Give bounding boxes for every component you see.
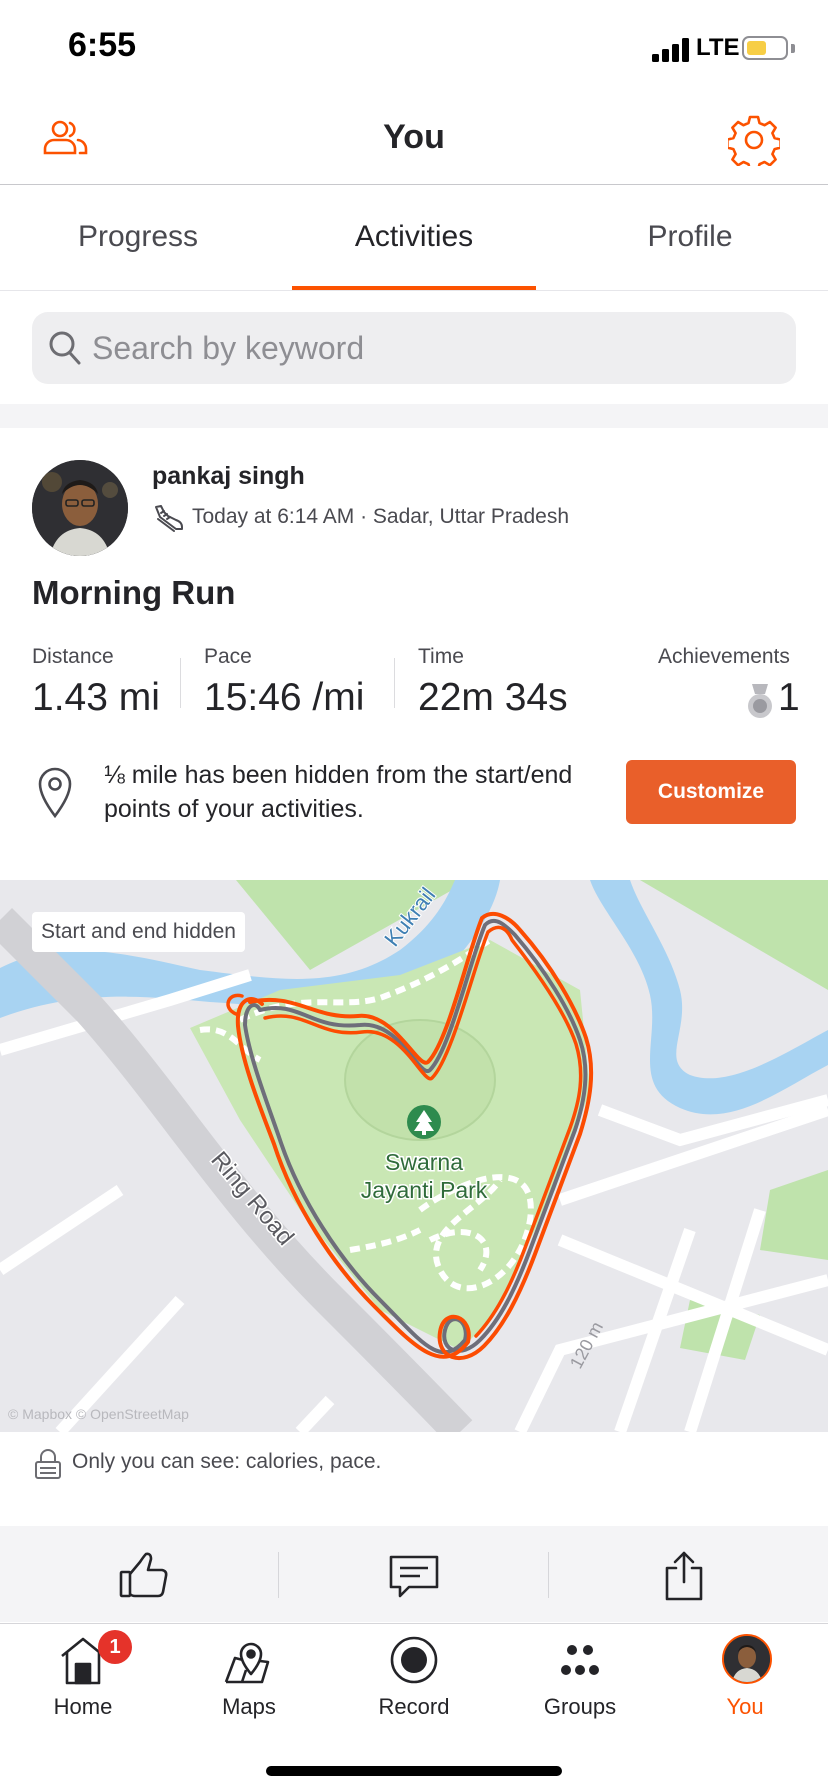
record-icon (390, 1636, 438, 1684)
athlete-name[interactable]: pankaj singh (152, 462, 305, 491)
achievements-count: 1 (778, 676, 800, 719)
nav-home[interactable]: Home (0, 1628, 166, 1748)
medal-icon (748, 684, 772, 718)
tab-progress[interactable]: Progress (0, 220, 276, 254)
status-time: 6:55 (68, 26, 137, 64)
nav-maps-label: Maps (222, 1694, 276, 1719)
activity-title[interactable]: Morning Run (32, 574, 235, 612)
share-icon[interactable] (664, 1550, 704, 1602)
action-divider (548, 1552, 549, 1598)
search-icon (49, 331, 81, 365)
groups-icon (561, 1645, 599, 1675)
page-title: You (383, 118, 445, 156)
nav-home-label: Home (53, 1694, 113, 1719)
tab-activities[interactable]: Activities (276, 220, 552, 254)
gear-icon[interactable] (728, 114, 780, 166)
privacy-notice: ⅛ mile has been hidden from the start/en… (104, 761, 573, 823)
nav-you-label: You (726, 1694, 764, 1719)
notification-badge: 1 (98, 1630, 132, 1664)
section-gap (0, 404, 828, 428)
nav-record-label: Record (378, 1694, 450, 1719)
tabs-divider (0, 290, 828, 291)
time-value: 22m 34s (418, 676, 568, 719)
achievements-label: Achievements (658, 645, 790, 668)
athlete-avatar[interactable] (32, 460, 128, 556)
nav-maps[interactable]: Maps (166, 1628, 332, 1748)
battery-cap (791, 44, 795, 53)
battery-icon (742, 36, 788, 60)
action-divider (278, 1552, 279, 1598)
activity-meta: Today at 6:14 AM · Sadar, Uttar Pradesh (192, 505, 570, 528)
stat-divider (180, 658, 181, 708)
map-privacy-badge: Start and end hidden (32, 912, 245, 952)
pace-label: Pace (204, 645, 252, 668)
activity-map[interactable]: Swarna Jayanti Park Ring Road Kukrail 12… (0, 880, 828, 1432)
nav-groups[interactable]: Groups (497, 1628, 663, 1748)
nav-you[interactable]: You (662, 1628, 828, 1748)
thumbs-up-icon[interactable] (118, 1552, 170, 1600)
park-name-line1: Swarna (385, 1149, 463, 1175)
active-tab-indicator (292, 286, 536, 290)
nav-groups-label: Groups (543, 1694, 617, 1719)
home-indicator[interactable] (266, 1766, 562, 1776)
run-shoe-icon (155, 505, 183, 532)
comment-icon[interactable] (388, 1554, 440, 1600)
pace-value: 15:46 /mi (204, 676, 365, 719)
visibility-note: Only you can see: calories, pace. (72, 1450, 382, 1473)
map-canvas: Swarna Jayanti Park Ring Road Kukrail 12… (0, 880, 828, 1432)
customize-button[interactable]: Customize (626, 760, 796, 824)
signal-icon (652, 38, 689, 62)
avatar (722, 1634, 772, 1684)
header-divider (0, 184, 828, 185)
maps-icon (224, 1642, 270, 1684)
map-attribution[interactable]: © Mapbox © OpenStreetMap (8, 1406, 189, 1422)
lock-icon (35, 1449, 61, 1479)
search-input[interactable] (92, 312, 772, 384)
distance-label: Distance (32, 645, 114, 668)
tab-profile[interactable]: Profile (552, 220, 828, 254)
time-label: Time (418, 645, 464, 668)
stat-divider (394, 658, 395, 708)
avatar-photo (32, 460, 128, 556)
network-type: LTE (696, 34, 740, 61)
nav-divider (0, 1623, 828, 1624)
location-pin-icon (38, 767, 72, 818)
distance-value: 1.43 mi (32, 676, 160, 719)
nav-record[interactable]: Record (331, 1628, 497, 1748)
park-name-line2: Jayanti Park (361, 1177, 488, 1203)
